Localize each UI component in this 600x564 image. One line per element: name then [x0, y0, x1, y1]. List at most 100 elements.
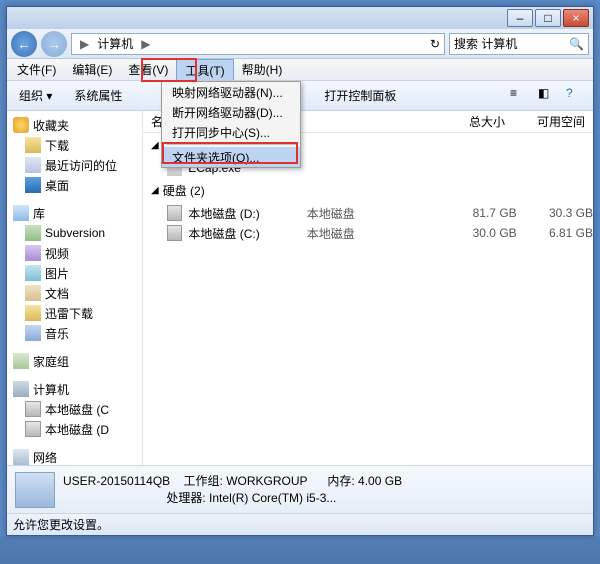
- sidebar-item[interactable]: 桌面: [7, 175, 142, 195]
- item-free: 30.3 GB: [517, 206, 593, 220]
- ic-vid-icon: [25, 245, 41, 261]
- ic-comp-icon: [13, 381, 29, 397]
- sidebar-item-label: 本地磁盘 (C: [45, 401, 109, 418]
- list-item[interactable]: 本地磁盘 (C:)本地磁盘30.0 GB6.81 GB: [143, 223, 593, 243]
- menu-help[interactable]: 帮助(H): [234, 59, 291, 80]
- search-input[interactable]: 搜索 计算机 🔍: [449, 33, 589, 55]
- ic-dl-icon: [25, 137, 41, 153]
- ic-recent-icon: [25, 157, 41, 173]
- sidebar-item-label: 本地磁盘 (D: [45, 421, 109, 438]
- memory-label: 内存:: [327, 474, 354, 488]
- sidebar-item-label: 家庭组: [33, 353, 69, 370]
- collapse-icon: ◢: [151, 140, 159, 151]
- tools-menu-dropdown: 映射网络驱动器(N)... 断开网络驱动器(D)... 打开同步中心(S)...…: [161, 81, 301, 168]
- sidebar-item-label: 文档: [45, 285, 69, 302]
- ic-home-icon: [13, 353, 29, 369]
- sidebar-item[interactable]: 迅雷下载: [7, 303, 142, 323]
- col-size[interactable]: 总大小: [413, 113, 513, 130]
- menu-file[interactable]: 文件(F): [9, 59, 64, 80]
- item-type: 本地磁盘: [307, 205, 422, 222]
- control-panel-button[interactable]: 打开控制面板: [318, 85, 402, 106]
- menu-open-sync-center[interactable]: 打开同步中心(S)...: [162, 122, 300, 142]
- sidebar-item-label: Subversion: [45, 226, 105, 240]
- sidebar-item[interactable]: 本地磁盘 (C: [7, 399, 142, 419]
- sidebar-item[interactable]: 网络: [7, 447, 142, 465]
- breadcrumb-sep-icon: ▶: [80, 37, 89, 51]
- breadcrumb-sep-icon: ▶: [141, 37, 150, 51]
- navigation-pane[interactable]: 收藏夹下载最近访问的位桌面库Subversion 视频图片文档迅雷下载音乐家庭组计…: [7, 111, 143, 465]
- refresh-icon[interactable]: ↻: [430, 37, 440, 51]
- maximize-button[interactable]: □: [535, 9, 561, 27]
- search-placeholder: 搜索 计算机: [454, 35, 517, 52]
- sidebar-item[interactable]: 家庭组: [7, 351, 142, 371]
- col-free[interactable]: 可用空间: [513, 113, 593, 130]
- sidebar-item-label: 库: [33, 205, 45, 222]
- item-free: 6.81 GB: [517, 226, 593, 240]
- menu-folder-options[interactable]: 文件夹选项(O)...: [162, 147, 300, 167]
- organize-button[interactable]: 组织 ▾: [13, 85, 58, 106]
- system-properties-button[interactable]: 系统属性: [68, 85, 128, 106]
- sidebar-item[interactable]: 最近访问的位: [7, 155, 142, 175]
- ic-lib-icon: [13, 205, 29, 221]
- ic-drive-icon: [25, 401, 41, 417]
- drive-icon: [167, 205, 182, 221]
- list-item[interactable]: 本地磁盘 (D:)本地磁盘81.7 GB30.3 GB: [143, 203, 593, 223]
- collapse-icon: ◢: [151, 185, 159, 196]
- minimize-button[interactable]: –: [507, 9, 533, 27]
- taskbar-blur: [0, 536, 600, 564]
- menu-separator: [166, 144, 296, 145]
- search-icon: 🔍: [569, 37, 584, 51]
- ic-desk-icon: [25, 177, 41, 193]
- sidebar-item[interactable]: 库: [7, 203, 142, 223]
- sidebar-item-label: 计算机: [33, 381, 69, 398]
- group-header[interactable]: ◢硬盘 (2): [143, 178, 593, 203]
- close-button[interactable]: ×: [563, 9, 589, 27]
- menu-bar: 文件(F) 编辑(E) 查看(V) 工具(T) 帮助(H): [7, 59, 593, 81]
- drive-icon: [167, 225, 182, 241]
- workgroup-label: 工作组:: [184, 474, 223, 488]
- breadcrumb-root[interactable]: 计算机: [93, 35, 137, 52]
- item-size: 81.7 GB: [421, 206, 516, 220]
- address-bar[interactable]: ▶ 计算机 ▶ ↻: [71, 33, 445, 55]
- sidebar-item[interactable]: 图片: [7, 263, 142, 283]
- sidebar-item-label: 最近访问的位: [45, 157, 117, 174]
- ic-net-icon: [13, 449, 29, 465]
- sidebar-item-label: 音乐: [45, 325, 69, 342]
- view-options-icon[interactable]: ≡: [509, 85, 531, 107]
- menu-edit[interactable]: 编辑(E): [64, 59, 120, 80]
- sidebar-item[interactable]: 收藏夹: [7, 115, 142, 135]
- sidebar-item[interactable]: 音乐: [7, 323, 142, 343]
- item-name: 本地磁盘 (C:): [188, 225, 306, 242]
- sidebar-item[interactable]: 视频: [7, 243, 142, 263]
- sidebar-item[interactable]: 本地磁盘 (D: [7, 419, 142, 439]
- sidebar-item[interactable]: 计算机: [7, 379, 142, 399]
- help-icon[interactable]: ?: [565, 85, 587, 107]
- details-name: USER-20150114QB: [63, 474, 170, 488]
- menu-disconnect-network-drive[interactable]: 断开网络驱动器(D)...: [162, 102, 300, 122]
- ic-doc-icon: [25, 285, 41, 301]
- title-bar[interactable]: – □ ×: [7, 7, 593, 29]
- sidebar-item-label: 网络: [33, 449, 57, 466]
- sidebar-item[interactable]: 文档: [7, 283, 142, 303]
- ic-pic-icon: [25, 265, 41, 281]
- item-size: 30.0 GB: [421, 226, 516, 240]
- ic-svn-icon: [25, 225, 41, 241]
- back-button[interactable]: ←: [11, 31, 37, 57]
- sidebar-item-label: 收藏夹: [33, 117, 69, 134]
- sidebar-item[interactable]: 下载: [7, 135, 142, 155]
- sidebar-item[interactable]: Subversion: [7, 223, 142, 243]
- sidebar-item-label: 下载: [45, 137, 69, 154]
- cpu-label: 处理器:: [166, 491, 205, 505]
- sidebar-item-label: 视频: [45, 245, 69, 262]
- menu-tools[interactable]: 工具(T): [176, 59, 233, 80]
- menu-view[interactable]: 查看(V): [120, 59, 176, 80]
- item-type: 本地磁盘: [307, 225, 422, 242]
- ic-star-icon: [13, 117, 29, 133]
- details-pane: USER-20150114QB 工作组: WORKGROUP 内存: 4.00 …: [7, 465, 593, 513]
- preview-pane-icon[interactable]: ◧: [537, 85, 559, 107]
- menu-map-network-drive[interactable]: 映射网络驱动器(N)...: [162, 82, 300, 102]
- workgroup-value: WORKGROUP: [226, 474, 307, 488]
- forward-button[interactable]: →: [41, 31, 67, 57]
- ic-mus-icon: [25, 325, 41, 341]
- address-row: ← → ▶ 计算机 ▶ ↻ 搜索 计算机 🔍: [7, 29, 593, 59]
